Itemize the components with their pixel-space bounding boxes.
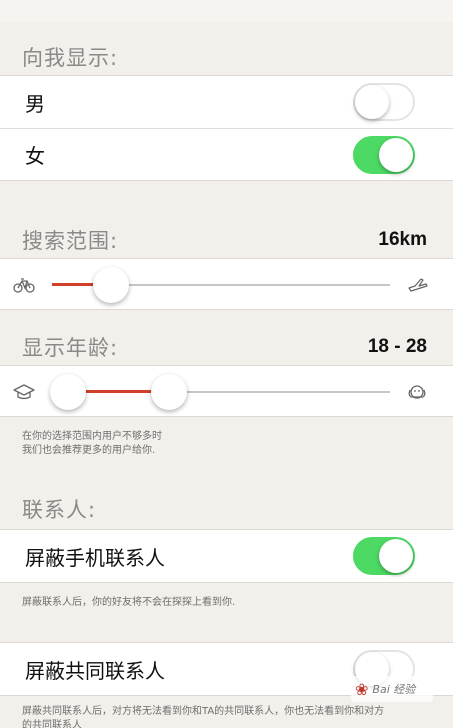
age-low-thumb[interactable] [50, 374, 86, 410]
top-strip [0, 0, 453, 22]
airplane-icon [408, 278, 428, 292]
toggle-knob [379, 137, 413, 172]
gender-row-female[interactable]: 女 [0, 128, 453, 180]
block-mutual-note-line2: 的共同联系人 [22, 720, 82, 728]
gender-card: 男 女 [0, 75, 453, 181]
female-toggle[interactable] [353, 135, 415, 174]
elderly-face-icon [408, 385, 426, 399]
search-range-slider-card [0, 258, 453, 310]
paw-icon: ❀ [355, 679, 369, 699]
gender-label-female: 女 [25, 144, 45, 168]
block-phone-row[interactable]: 屏蔽手机联系人 [0, 530, 453, 582]
age-value: 18 - 28 [367, 336, 427, 357]
age-heading: 显示年龄: [22, 336, 119, 360]
search-range-thumb[interactable] [92, 267, 129, 303]
block-phone-toggle[interactable] [353, 537, 415, 575]
block-phone-note: 屏蔽联系人后，你的好友将不会在探探上看到你. [22, 597, 236, 608]
contacts-heading: 联系人: [22, 498, 97, 522]
gender-row-male[interactable]: 男 [0, 76, 453, 128]
bicycle-icon [13, 278, 35, 293]
age-note: 在你的选择范围内用户不够多时 我们也会推荐更多的用户给你. [22, 430, 162, 458]
age-note-line2: 我们也会推荐更多的用户给你. [22, 445, 156, 456]
search-range-value: 16km [378, 229, 427, 250]
block-mutual-note-line1: 屏蔽共同联系人后，对方将无法看到你和TA的共同联系人，你也无法看到你和对方 [22, 706, 385, 717]
toggle-knob [355, 85, 389, 119]
gender-label-male: 男 [25, 91, 45, 116]
baidu-watermark: ❀ Bai 经验 [351, 676, 433, 702]
graduation-cap-icon [13, 384, 35, 400]
show-me-heading: 向我显示: [22, 46, 119, 70]
block-mutual-label: 屏蔽共同联系人 [25, 658, 165, 683]
block-phone-label: 屏蔽手机联系人 [25, 545, 165, 570]
watermark-text: Bai 经验 [372, 683, 416, 696]
search-range-heading: 搜索范围: [22, 229, 119, 253]
age-note-line1: 在你的选择范围内用户不够多时 [22, 431, 162, 442]
male-toggle[interactable] [353, 83, 415, 121]
toggle-knob [379, 539, 413, 573]
block-mutual-note: 屏蔽共同联系人后，对方将无法看到你和TA的共同联系人，你也无法看到你和对方 的共… [22, 705, 442, 728]
age-high-thumb[interactable] [150, 374, 187, 410]
block-phone-card: 屏蔽手机联系人 [0, 529, 453, 583]
age-slider-card [0, 365, 453, 417]
